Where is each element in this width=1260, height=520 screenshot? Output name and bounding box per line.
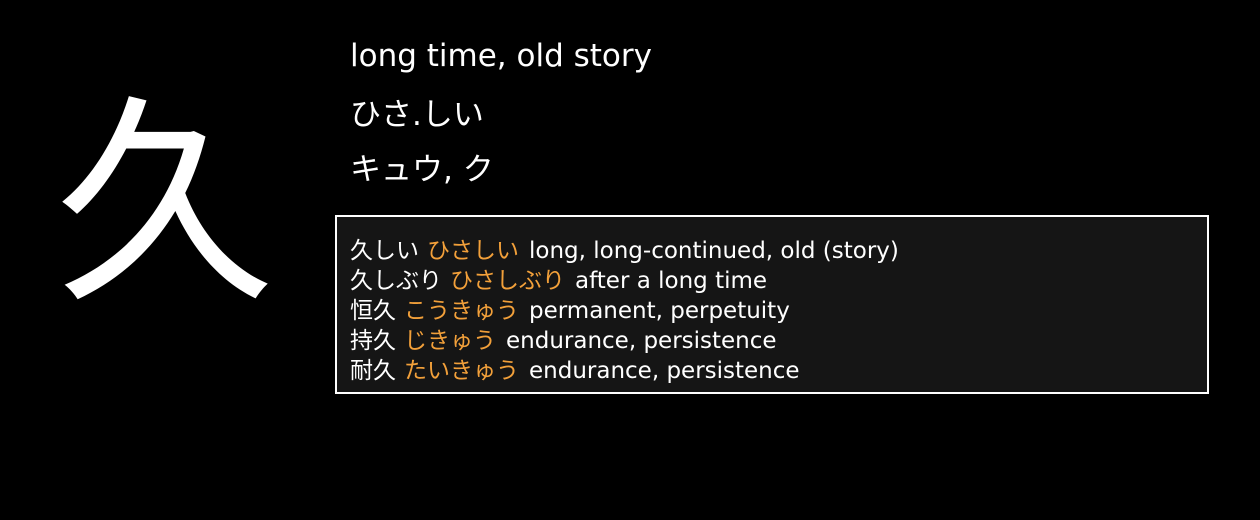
vocab-reading: こうきゅう <box>404 298 519 324</box>
vocab-reading: ひさしぶり <box>450 268 565 294</box>
vocab-word: 持久 <box>350 328 396 354</box>
vocab-reading: じきゅう <box>404 328 496 354</box>
kun-reading: ひさ.しい <box>350 97 484 133</box>
vocab-item: 持久 じきゅう endurance, persistence <box>350 326 1207 356</box>
vocab-item: 久しぶり ひさしぶり after a long time <box>350 266 1207 296</box>
vocab-word: 耐久 <box>350 358 396 384</box>
vocab-reading: たいきゅう <box>404 358 519 384</box>
vocab-gloss: permanent, perpetuity <box>529 298 790 324</box>
vocab-gloss: endurance, persistence <box>506 328 777 354</box>
kanji-meaning: long time, old story <box>350 38 652 74</box>
vocab-word: 恒久 <box>350 298 396 324</box>
vocab-gloss: endurance, persistence <box>529 358 800 384</box>
vocab-reading: ひさしい <box>427 238 519 264</box>
vocab-gloss: long, long-continued, old (story) <box>529 238 899 264</box>
vocab-item: 耐久 たいきゅう endurance, persistence <box>350 356 1207 386</box>
vocab-item: 久しい ひさしい long, long-continued, old (story) <box>350 236 1207 266</box>
on-reading: キュウ, ク <box>350 152 494 188</box>
vocab-word: 久しい <box>350 238 419 264</box>
vocabulary-list: 久しい ひさしい long, long-continued, old (story)… <box>335 215 1209 394</box>
vocab-gloss: after a long time <box>575 268 768 294</box>
kanji-character: 久 <box>54 77 275 333</box>
vocab-item: 恒久 こうきゅう permanent, perpetuity <box>350 296 1207 326</box>
vocab-word: 久しぶり <box>350 268 442 294</box>
